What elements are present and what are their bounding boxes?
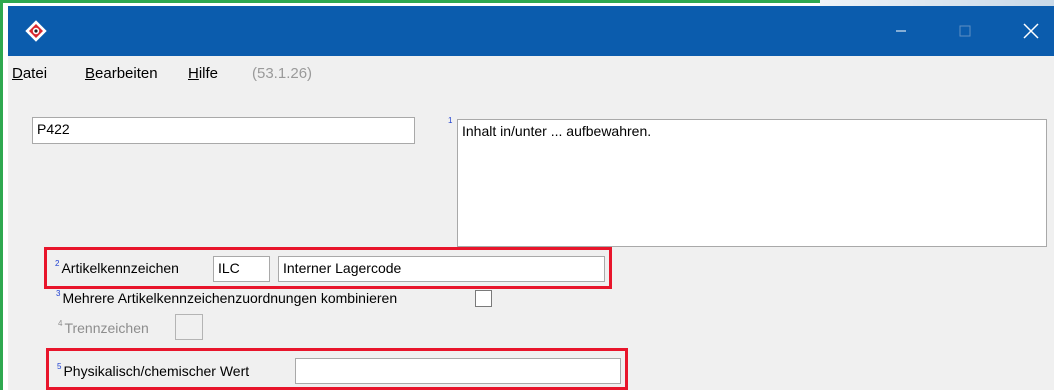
close-button[interactable] (1008, 6, 1054, 56)
menu-hilfe[interactable]: Hilfe (188, 65, 218, 82)
maximize-button[interactable] (942, 6, 988, 56)
menu-datei-accel: D (12, 65, 23, 82)
trennzeichen-label: 4 Trennzeichen (58, 319, 149, 336)
trennzeichen-label-text: Trennzeichen (64, 320, 149, 336)
mehrere-label: 3 Mehrere Artikelkennzeichenzuordnungen k… (56, 289, 398, 306)
close-icon (1023, 23, 1039, 39)
menu-bar: Datei Bearbeiten Hilfe (53.1.26) (8, 56, 1054, 90)
version-label: (53.1.26) (252, 65, 313, 82)
menu-bearbeiten-label: earbeiten (95, 65, 158, 82)
physik-label-text: Physikalisch/chemischer Wert (63, 363, 250, 379)
marker-2: 2 (55, 259, 60, 268)
artikel-code-input[interactable]: ILC (213, 256, 270, 282)
artikel-label-text: Artikelkennzeichen (61, 260, 179, 276)
app-logo-icon (25, 20, 47, 42)
menu-datei[interactable]: Datei (12, 65, 47, 82)
title-bar[interactable] (8, 6, 1054, 56)
artikel-label: 2 Artikelkennzeichen (55, 259, 179, 276)
marker-1: 1 (448, 116, 454, 133)
mehrere-label-text: Mehrere Artikelkennzeichenzuordnungen ko… (62, 290, 398, 306)
maximize-icon (959, 25, 971, 37)
minimize-button[interactable] (878, 6, 924, 56)
mehrere-checkbox[interactable] (475, 290, 492, 307)
minimize-icon (896, 30, 906, 32)
marker-3: 3 (56, 289, 61, 298)
code-input[interactable]: P422 (32, 117, 415, 144)
marker-5: 5 (57, 362, 62, 371)
artikel-description-input[interactable]: Interner Lagercode (278, 256, 605, 282)
menu-hilfe-label: ilfe (198, 65, 219, 82)
trennzeichen-input[interactable] (175, 314, 203, 340)
menu-bearbeiten[interactable]: Bearbeiten (85, 65, 158, 82)
marker-4: 4 (58, 319, 63, 328)
physik-input[interactable] (295, 358, 621, 384)
app-window: Datei Bearbeiten Hilfe (53.1.26) P422 1 … (8, 6, 1054, 390)
menu-bearbeiten-accel: B (85, 65, 96, 82)
menu-datei-label: atei (22, 65, 48, 82)
marker-1-number: 1 (448, 116, 453, 125)
physik-label: 5 Physikalisch/chemischer Wert (57, 362, 250, 379)
menu-hilfe-accel: H (188, 65, 199, 82)
text-area[interactable]: Inhalt in/unter ... aufbewahren. (457, 119, 1047, 247)
